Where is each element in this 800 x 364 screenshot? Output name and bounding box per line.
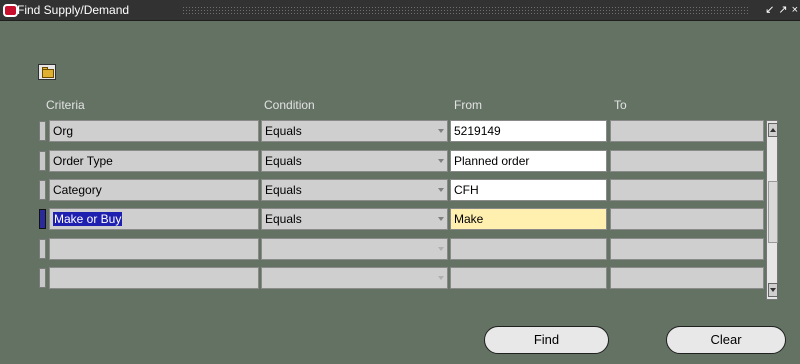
open-folder-button[interactable] — [38, 64, 56, 80]
condition-dropdown[interactable]: Equals — [261, 179, 448, 201]
title-bar[interactable]: Find Supply/Demand ↙ ↗ × — [0, 0, 800, 21]
scroll-up-arrow-icon[interactable] — [768, 123, 778, 137]
to-field[interactable] — [610, 120, 764, 142]
from-field[interactable] — [450, 238, 607, 260]
condition-value: Equals — [265, 154, 302, 168]
to-field[interactable] — [610, 179, 764, 201]
row-marker-active[interactable] — [39, 209, 46, 229]
condition-dropdown[interactable]: Equals — [261, 120, 448, 142]
row-marker[interactable] — [39, 268, 46, 288]
condition-value: Equals — [265, 124, 302, 138]
condition-dropdown[interactable] — [261, 267, 448, 289]
row-marker[interactable] — [39, 239, 46, 259]
close-icon[interactable]: × — [792, 1, 798, 19]
clear-button[interactable]: Clear — [666, 326, 786, 354]
find-button[interactable]: Find — [484, 326, 609, 354]
to-field[interactable] — [610, 150, 764, 172]
minimize-icon[interactable]: ↙ — [765, 1, 774, 19]
open-folder-icon — [42, 69, 54, 78]
criteria-field[interactable] — [49, 238, 259, 260]
criteria-field[interactable] — [49, 267, 259, 289]
to-field[interactable] — [610, 267, 764, 289]
from-field[interactable]: Make — [450, 208, 607, 230]
scroll-down-arrow-icon[interactable] — [768, 283, 778, 297]
row-marker[interactable] — [39, 151, 46, 171]
dropdown-arrow-icon — [438, 247, 444, 251]
dropdown-arrow-icon — [438, 129, 444, 133]
maximize-icon[interactable]: ↗ — [778, 1, 787, 19]
condition-dropdown[interactable]: Equals — [261, 208, 448, 230]
selected-criteria-text: Make or Buy — [53, 212, 123, 226]
criteria-field[interactable]: Order Type — [49, 150, 259, 172]
window-title: Find Supply/Demand — [17, 3, 130, 17]
criteria-field[interactable]: Make or Buy — [49, 208, 259, 230]
condition-dropdown[interactable] — [261, 238, 448, 260]
title-drag-pattern — [182, 6, 748, 14]
condition-value: Equals — [265, 183, 302, 197]
to-field[interactable] — [610, 238, 764, 260]
criteria-field[interactable]: Category — [49, 179, 259, 201]
condition-value: Equals — [265, 212, 302, 226]
from-field[interactable] — [450, 267, 607, 289]
column-header-criteria: Criteria — [46, 98, 85, 112]
vertical-scrollbar[interactable] — [766, 120, 778, 300]
find-supply-demand-window: Find Supply/Demand ↙ ↗ × Criteria Condit… — [0, 0, 800, 364]
condition-dropdown[interactable]: Equals — [261, 150, 448, 172]
column-header-to: To — [614, 98, 627, 112]
scroll-thumb[interactable] — [768, 181, 778, 243]
dropdown-arrow-icon — [438, 159, 444, 163]
from-field[interactable]: 5219149 — [450, 120, 607, 142]
oracle-logo-icon — [3, 4, 18, 17]
row-marker[interactable] — [39, 121, 46, 141]
from-field[interactable]: Planned order — [450, 150, 607, 172]
dropdown-arrow-icon — [438, 217, 444, 221]
column-header-condition: Condition — [264, 98, 315, 112]
dropdown-arrow-icon — [438, 276, 444, 280]
column-header-from: From — [454, 98, 482, 112]
from-field[interactable]: CFH — [450, 179, 607, 201]
dropdown-arrow-icon — [438, 188, 444, 192]
to-field[interactable] — [610, 208, 764, 230]
row-marker[interactable] — [39, 180, 46, 200]
criteria-field[interactable]: Org — [49, 120, 259, 142]
